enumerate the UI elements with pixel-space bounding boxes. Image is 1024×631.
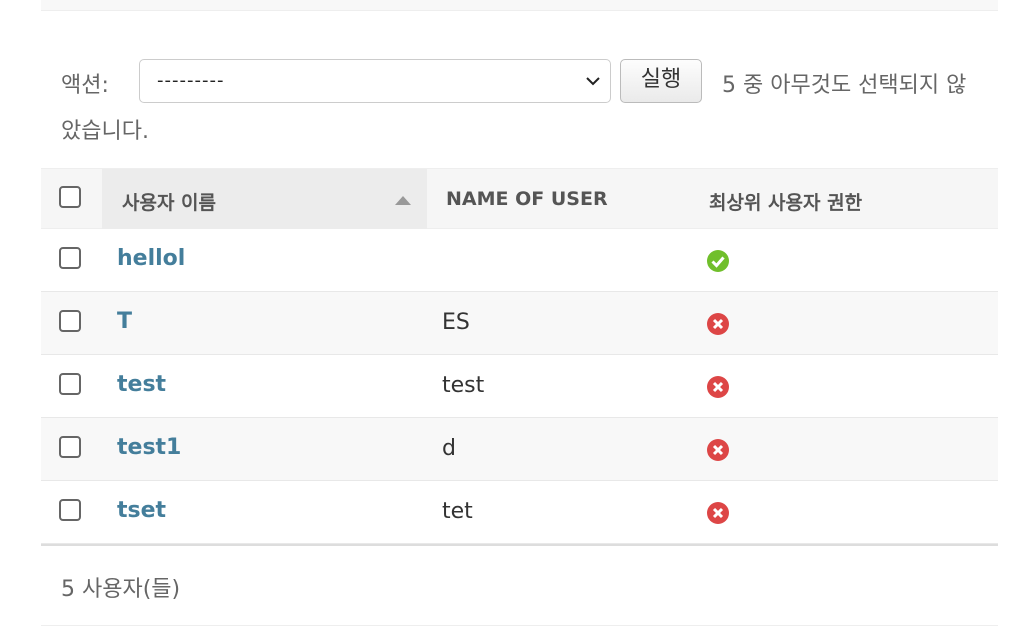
yes-check-icon: [707, 250, 729, 272]
results-table: 사용자 이름 NAME OF USER 최상위 사용자 권한 hellol T …: [41, 168, 998, 546]
username-link[interactable]: test1: [117, 435, 181, 460]
username-link[interactable]: tset: [117, 498, 166, 523]
no-cross-icon: [707, 502, 729, 524]
username-link[interactable]: T: [117, 309, 132, 334]
row-checkbox[interactable]: [59, 373, 81, 395]
action-label: 액션:: [61, 73, 109, 98]
no-cross-icon: [707, 439, 729, 461]
chevron-down-icon: [586, 77, 600, 86]
table-header: 사용자 이름 NAME OF USER 최상위 사용자 권한: [41, 168, 998, 229]
column-header-username[interactable]: 사용자 이름: [122, 188, 216, 215]
selection-counter: 5 중 아무것도 선택되지 않: [722, 73, 967, 98]
column-header-name-of-user[interactable]: NAME OF USER: [446, 188, 608, 210]
name-of-user: ES: [442, 310, 470, 335]
name-of-user: tet: [442, 499, 473, 524]
result-count: 5 사용자(들): [61, 577, 181, 602]
table-row: tset tet: [41, 481, 998, 544]
row-checkbox[interactable]: [59, 247, 81, 269]
actions-bar: 액션: --------- 실행 5 중 아무것도 선택되지 않 았습니다.: [41, 48, 998, 158]
paginator: 5 사용자(들): [41, 546, 998, 626]
top-bar: [41, 0, 998, 11]
username-link[interactable]: hellol: [117, 246, 185, 271]
column-header-superuser[interactable]: 최상위 사용자 권한: [709, 188, 862, 215]
table-row: T ES: [41, 292, 998, 355]
select-all-checkbox[interactable]: [59, 186, 81, 208]
sort-ascending-icon[interactable]: [395, 196, 411, 205]
name-of-user: test: [442, 373, 485, 398]
row-checkbox[interactable]: [59, 499, 81, 521]
table-row: hellol: [41, 229, 998, 292]
action-select-value: ---------: [157, 70, 225, 91]
row-checkbox[interactable]: [59, 310, 81, 332]
no-cross-icon: [707, 376, 729, 398]
no-cross-icon: [707, 313, 729, 335]
table-row: test test: [41, 355, 998, 418]
username-link[interactable]: test: [117, 372, 166, 397]
action-select[interactable]: ---------: [139, 59, 611, 103]
selection-counter-continued: 았습니다.: [61, 119, 149, 144]
go-button[interactable]: 실행: [620, 59, 702, 103]
row-checkbox[interactable]: [59, 436, 81, 458]
table-row: test1 d: [41, 418, 998, 481]
name-of-user: d: [442, 436, 456, 461]
